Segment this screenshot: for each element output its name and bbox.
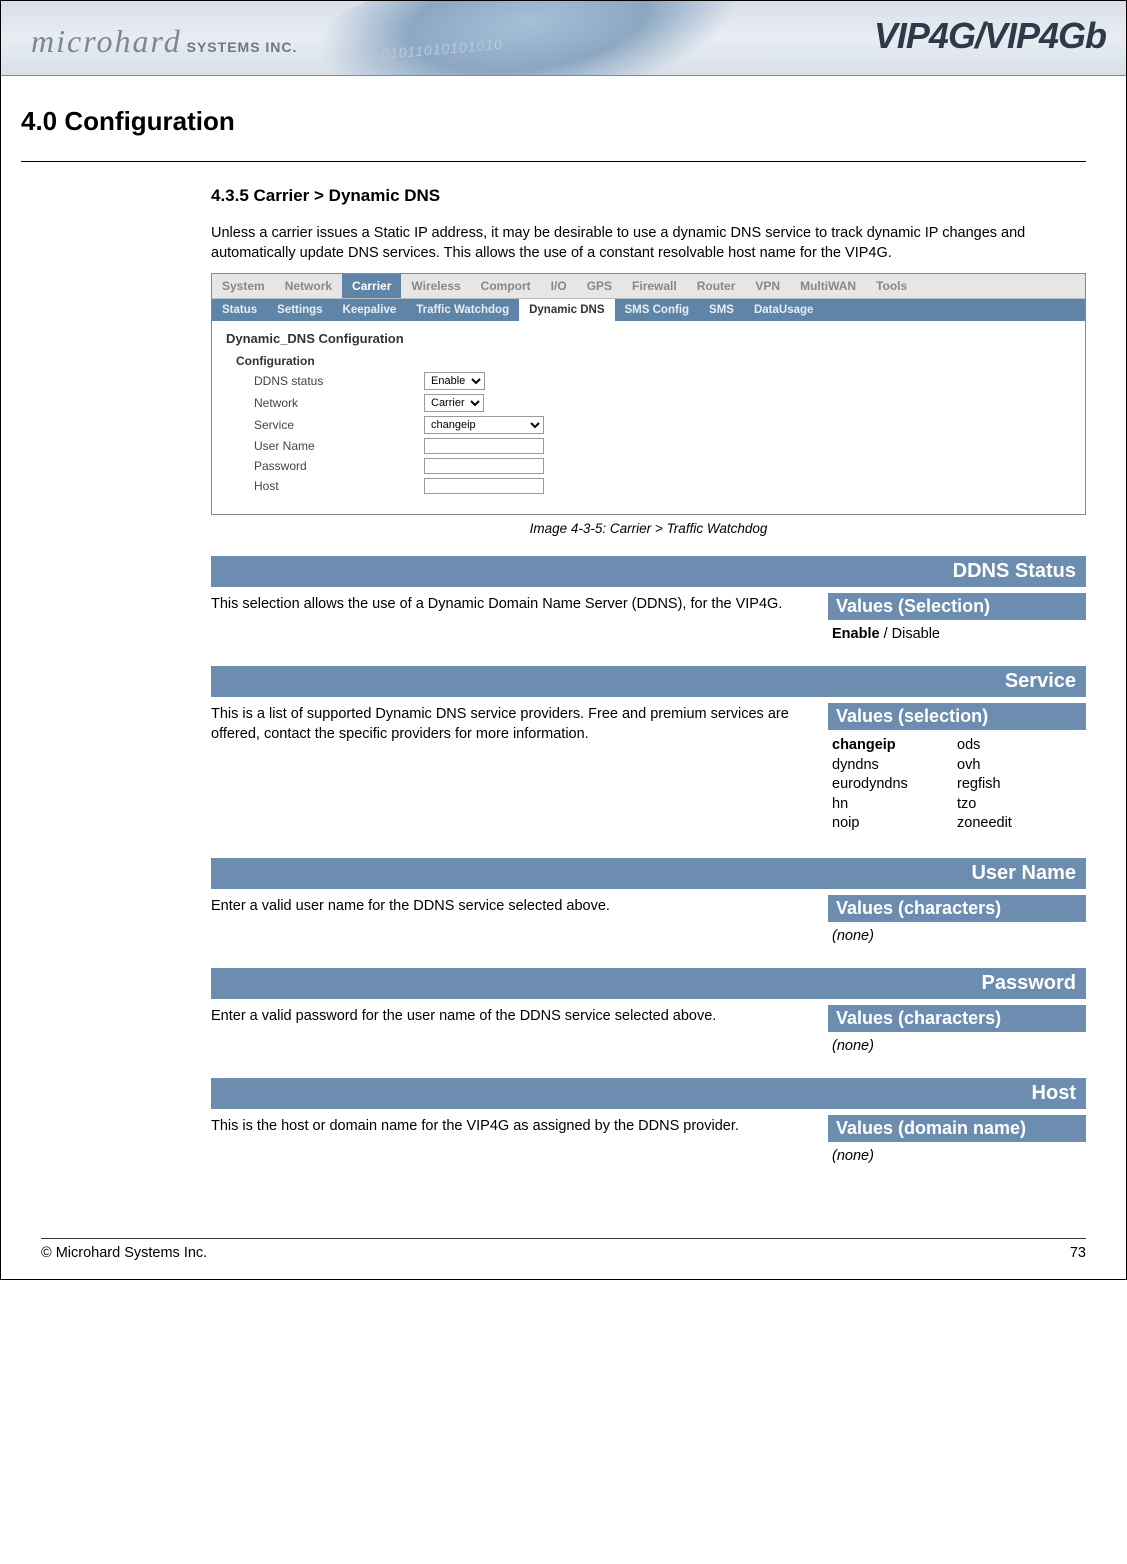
param-description: Enter a valid user name for the DDNS ser… <box>211 895 808 946</box>
main-tab-tools[interactable]: Tools <box>866 274 917 298</box>
username-input[interactable] <box>424 438 544 454</box>
param-description: Enter a valid password for the user name… <box>211 1005 808 1056</box>
values-header: Values (domain name) <box>828 1115 1086 1142</box>
screenshot-row-username: User Name <box>254 438 1071 454</box>
main-tab-system[interactable]: System <box>212 274 275 298</box>
sub-tab-keepalive[interactable]: Keepalive <box>333 299 407 321</box>
screenshot-sub-tabs: StatusSettingsKeepaliveTraffic WatchdogD… <box>212 299 1085 321</box>
screenshot-row-service: Service changeip <box>254 416 1071 434</box>
screenshot-row-password: Password <box>254 458 1071 474</box>
param-header: Host <box>211 1078 1086 1109</box>
param-values-box: Values (Selection)Enable / Disable <box>828 593 1086 644</box>
network-label: Network <box>254 396 424 410</box>
banner-wave-graphic <box>272 1 789 76</box>
param-header: Service <box>211 666 1086 697</box>
main-tab-router[interactable]: Router <box>687 274 746 298</box>
brand-sub: SYSTEMS INC. <box>182 39 298 55</box>
param-header: Password <box>211 968 1086 999</box>
footer-rule <box>41 1238 1086 1239</box>
screenshot-row-host: Host <box>254 478 1071 494</box>
main-tab-multiwan[interactable]: MultiWAN <box>790 274 866 298</box>
config-screenshot: SystemNetworkCarrierWirelessComportI/OGP… <box>211 273 1086 515</box>
footer-page-number: 73 <box>1070 1245 1086 1261</box>
screenshot-subheading: Configuration <box>236 354 1071 368</box>
values-header: Values (characters) <box>828 895 1086 922</box>
main-tab-i/o[interactable]: I/O <box>541 274 577 298</box>
param-block-user-name: User Name Enter a valid user name for the… <box>211 858 1086 946</box>
screenshot-row-ddns-status: DDNS status Enable <box>254 372 1071 390</box>
sub-tab-sms-config[interactable]: SMS Config <box>615 299 700 321</box>
values-content: (none) <box>828 1032 1086 1056</box>
sub-tab-traffic-watchdog[interactable]: Traffic Watchdog <box>406 299 519 321</box>
sub-tab-status[interactable]: Status <box>212 299 267 321</box>
param-values-box: Values (characters)(none) <box>828 895 1086 946</box>
param-description: This is the host or domain name for the … <box>211 1115 808 1166</box>
section-title: 4.3.5 Carrier > Dynamic DNS <box>211 186 1086 206</box>
param-description: This is a list of supported Dynamic DNS … <box>211 703 808 836</box>
param-block-host: Host This is the host or domain name for … <box>211 1078 1086 1166</box>
param-header: DDNS Status <box>211 556 1086 587</box>
brand-main: microhard <box>31 23 182 59</box>
param-block-ddns-status: DDNS Status This selection allows the use… <box>211 556 1086 644</box>
page-footer: © Microhard Systems Inc. 73 <box>1 1245 1126 1279</box>
param-values-box: Values (selection)changeipdyndnseurodynd… <box>828 703 1086 836</box>
sub-tab-datausage[interactable]: DataUsage <box>744 299 823 321</box>
brand-logo-left: microhard SYSTEMS INC. <box>31 23 297 60</box>
ddns-status-select[interactable]: Enable <box>424 372 485 390</box>
intro-paragraph: Unless a carrier issues a Static IP addr… <box>211 224 1086 263</box>
values-content: (none) <box>828 1142 1086 1166</box>
param-values-box: Values (characters)(none) <box>828 1005 1086 1056</box>
param-description: This selection allows the use of a Dynam… <box>211 593 808 644</box>
image-caption: Image 4-3-5: Carrier > Traffic Watchdog <box>211 521 1086 536</box>
main-tab-comport[interactable]: Comport <box>471 274 541 298</box>
main-tab-vpn[interactable]: VPN <box>745 274 790 298</box>
host-input[interactable] <box>424 478 544 494</box>
host-label: Host <box>254 479 424 493</box>
values-content: changeipdyndnseurodyndnshnnoipodsovhregf… <box>828 730 1086 836</box>
main-tab-network[interactable]: Network <box>275 274 342 298</box>
main-tab-firewall[interactable]: Firewall <box>622 274 687 298</box>
network-select[interactable]: Carrier <box>424 394 484 412</box>
main-tab-carrier[interactable]: Carrier <box>342 274 401 298</box>
sub-tab-dynamic-dns[interactable]: Dynamic DNS <box>519 299 614 321</box>
product-name: VIP4G/VIP4Gb <box>874 15 1106 57</box>
param-header: User Name <box>211 858 1086 889</box>
service-select[interactable]: changeip <box>424 416 544 434</box>
header-banner: 01011010101010 microhard SYSTEMS INC. VI… <box>1 1 1126 76</box>
ddns-status-label: DDNS status <box>254 374 424 388</box>
values-header: Values (characters) <box>828 1005 1086 1032</box>
values-content: Enable / Disable <box>828 620 1086 644</box>
param-block-service: Service This is a list of supported Dynam… <box>211 666 1086 836</box>
screenshot-main-tabs: SystemNetworkCarrierWirelessComportI/OGP… <box>212 274 1085 299</box>
chapter-title: 4.0 Configuration <box>21 106 1086 137</box>
values-header: Values (Selection) <box>828 593 1086 620</box>
sub-tab-sms[interactable]: SMS <box>699 299 744 321</box>
screenshot-heading: Dynamic_DNS Configuration <box>226 331 1071 346</box>
main-tab-gps[interactable]: GPS <box>577 274 622 298</box>
main-tab-wireless[interactable]: Wireless <box>401 274 470 298</box>
param-block-password: Password Enter a valid password for the u… <box>211 968 1086 1056</box>
password-label: Password <box>254 459 424 473</box>
param-values-box: Values (domain name)(none) <box>828 1115 1086 1166</box>
service-label: Service <box>254 418 424 432</box>
chapter-rule <box>21 161 1086 162</box>
password-input[interactable] <box>424 458 544 474</box>
screenshot-row-network: Network Carrier <box>254 394 1071 412</box>
values-content: (none) <box>828 922 1086 946</box>
values-header: Values (selection) <box>828 703 1086 730</box>
username-label: User Name <box>254 439 424 453</box>
sub-tab-settings[interactable]: Settings <box>267 299 332 321</box>
footer-copyright: © Microhard Systems Inc. <box>41 1245 207 1261</box>
